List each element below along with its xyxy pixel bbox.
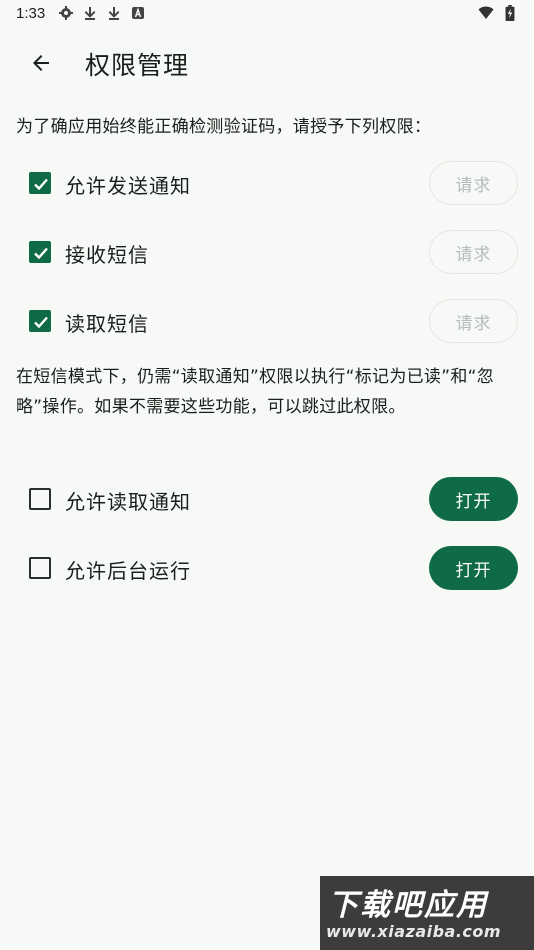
permission-checkbox[interactable]	[29, 310, 51, 332]
permission-checkbox[interactable]	[29, 488, 51, 510]
open-button[interactable]: 打开	[429, 546, 518, 590]
status-notification-icons	[58, 5, 146, 21]
permission-label: 允许读取通知	[65, 490, 191, 514]
check-icon	[34, 316, 48, 329]
arrow-left-icon	[33, 55, 49, 71]
permission-row-send-notification: 允许发送通知 请求	[0, 154, 534, 214]
permission-row-receive-sms: 接收短信 请求	[0, 223, 534, 283]
intro-text: 为了确应用始终能正确检测验证码，请授予下列权限：	[16, 117, 432, 137]
status-time: 1:33	[16, 5, 46, 22]
download-icon	[84, 7, 96, 20]
download-icon	[108, 7, 120, 20]
permission-row-read-notification: 允许读取通知 打开	[0, 470, 534, 530]
back-button[interactable]	[18, 40, 64, 86]
request-button[interactable]: 请求	[429, 161, 518, 205]
gear-icon	[59, 6, 73, 20]
permission-row-background-run: 允许后台运行 打开	[0, 539, 534, 599]
open-button[interactable]: 打开	[429, 477, 518, 521]
note-text: 在短信模式下，仍需“读取通知”权限以执行“标记为已读”和“忽略”操作。如果不需要…	[16, 367, 495, 417]
watermark-title: 下载吧应用	[328, 888, 488, 923]
battery-charging-icon	[505, 5, 515, 21]
permission-label: 允许后台运行	[65, 559, 191, 583]
permission-label: 读取短信	[65, 312, 149, 336]
permission-label: 接收短信	[65, 243, 149, 267]
permission-screen: 1:33 权限管理 为了确应用始终能正确检测验证码，请授予下列权限： 允许发送通…	[0, 0, 534, 950]
wifi-icon	[478, 6, 494, 19]
watermark-url: www.xiazaiba.com	[326, 922, 502, 941]
request-button[interactable]: 请求	[429, 299, 518, 343]
permission-checkbox[interactable]	[29, 172, 51, 194]
permission-row-read-sms: 读取短信 请求	[0, 292, 534, 352]
request-button[interactable]: 请求	[429, 230, 518, 274]
page-title: 权限管理	[85, 51, 190, 80]
status-system-icons	[478, 5, 518, 21]
check-icon	[34, 247, 48, 260]
watermark-logo: 下载吧应用 www.xiazaiba.com	[320, 876, 534, 950]
status-bar: 1:33	[0, 0, 534, 28]
permission-checkbox[interactable]	[29, 241, 51, 263]
a-icon	[132, 7, 144, 19]
permission-checkbox[interactable]	[29, 557, 51, 579]
permission-label: 允许发送通知	[65, 174, 191, 198]
check-icon	[34, 178, 48, 191]
app-bar: 权限管理	[0, 28, 534, 98]
